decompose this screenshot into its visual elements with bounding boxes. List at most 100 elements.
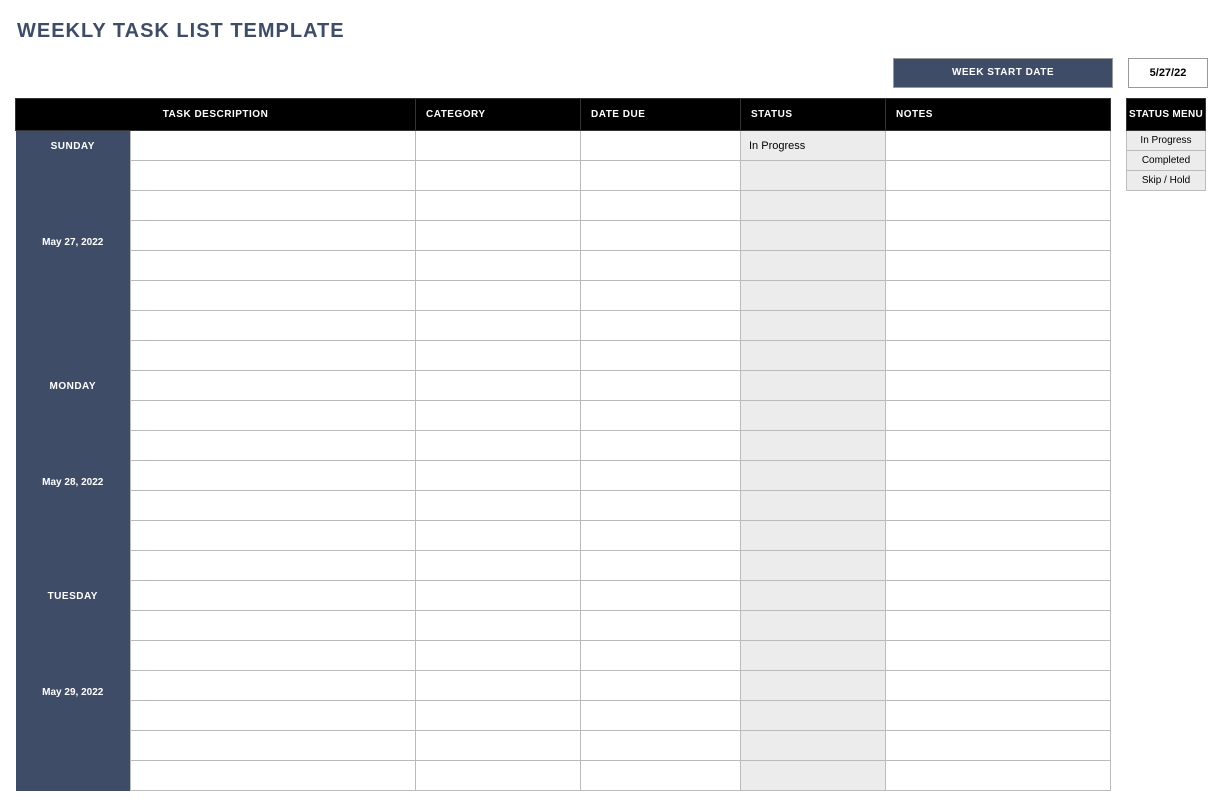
cell-notes[interactable] xyxy=(886,761,1111,791)
cell-date-due[interactable] xyxy=(581,341,741,371)
cell-date-due[interactable] xyxy=(581,311,741,341)
week-start-value[interactable]: 5/27/22 xyxy=(1128,58,1208,88)
cell-category[interactable] xyxy=(416,551,581,581)
cell-status[interactable] xyxy=(741,281,886,311)
cell-notes[interactable] xyxy=(886,581,1111,611)
cell-notes[interactable] xyxy=(886,131,1111,161)
cell-date-due[interactable] xyxy=(581,671,741,701)
status-option[interactable]: Skip / Hold xyxy=(1127,171,1206,191)
cell-notes[interactable] xyxy=(886,431,1111,461)
cell-description[interactable] xyxy=(131,161,416,191)
cell-status[interactable] xyxy=(741,431,886,461)
cell-notes[interactable] xyxy=(886,311,1111,341)
cell-status[interactable] xyxy=(741,191,886,221)
cell-category[interactable] xyxy=(416,611,581,641)
cell-description[interactable] xyxy=(131,131,416,161)
cell-category[interactable] xyxy=(416,461,581,491)
cell-status[interactable] xyxy=(741,701,886,731)
cell-description[interactable] xyxy=(131,401,416,431)
cell-date-due[interactable] xyxy=(581,461,741,491)
cell-category[interactable] xyxy=(416,521,581,551)
cell-date-due[interactable] xyxy=(581,281,741,311)
cell-description[interactable] xyxy=(131,251,416,281)
cell-notes[interactable] xyxy=(886,551,1111,581)
cell-description[interactable] xyxy=(131,431,416,461)
cell-description[interactable] xyxy=(131,701,416,731)
cell-category[interactable] xyxy=(416,641,581,671)
cell-status[interactable] xyxy=(741,551,886,581)
cell-description[interactable] xyxy=(131,341,416,371)
cell-notes[interactable] xyxy=(886,461,1111,491)
cell-category[interactable] xyxy=(416,431,581,461)
cell-category[interactable] xyxy=(416,191,581,221)
cell-date-due[interactable] xyxy=(581,131,741,161)
cell-date-due[interactable] xyxy=(581,251,741,281)
cell-notes[interactable] xyxy=(886,191,1111,221)
cell-date-due[interactable] xyxy=(581,401,741,431)
cell-status[interactable] xyxy=(741,611,886,641)
cell-description[interactable] xyxy=(131,461,416,491)
cell-notes[interactable] xyxy=(886,671,1111,701)
cell-date-due[interactable] xyxy=(581,611,741,641)
cell-notes[interactable] xyxy=(886,371,1111,401)
cell-description[interactable] xyxy=(131,221,416,251)
cell-date-due[interactable] xyxy=(581,191,741,221)
cell-notes[interactable] xyxy=(886,701,1111,731)
cell-status[interactable] xyxy=(741,581,886,611)
cell-category[interactable] xyxy=(416,671,581,701)
cell-status[interactable] xyxy=(741,221,886,251)
cell-category[interactable] xyxy=(416,281,581,311)
cell-status[interactable] xyxy=(741,761,886,791)
cell-date-due[interactable] xyxy=(581,371,741,401)
cell-status[interactable] xyxy=(741,731,886,761)
cell-status[interactable] xyxy=(741,371,886,401)
cell-description[interactable] xyxy=(131,761,416,791)
cell-status[interactable] xyxy=(741,251,886,281)
cell-description[interactable] xyxy=(131,371,416,401)
cell-status[interactable] xyxy=(741,401,886,431)
cell-description[interactable] xyxy=(131,191,416,221)
cell-description[interactable] xyxy=(131,311,416,341)
cell-category[interactable] xyxy=(416,311,581,341)
cell-description[interactable] xyxy=(131,281,416,311)
cell-description[interactable] xyxy=(131,641,416,671)
cell-date-due[interactable] xyxy=(581,701,741,731)
cell-status[interactable] xyxy=(741,641,886,671)
cell-notes[interactable] xyxy=(886,341,1111,371)
cell-notes[interactable] xyxy=(886,221,1111,251)
cell-description[interactable] xyxy=(131,551,416,581)
cell-date-due[interactable] xyxy=(581,731,741,761)
cell-status[interactable] xyxy=(741,161,886,191)
cell-notes[interactable] xyxy=(886,401,1111,431)
cell-status[interactable] xyxy=(741,341,886,371)
cell-status[interactable] xyxy=(741,491,886,521)
cell-category[interactable] xyxy=(416,221,581,251)
cell-date-due[interactable] xyxy=(581,161,741,191)
cell-date-due[interactable] xyxy=(581,491,741,521)
cell-description[interactable] xyxy=(131,491,416,521)
cell-notes[interactable] xyxy=(886,521,1111,551)
cell-description[interactable] xyxy=(131,671,416,701)
cell-category[interactable] xyxy=(416,701,581,731)
cell-category[interactable] xyxy=(416,131,581,161)
cell-date-due[interactable] xyxy=(581,551,741,581)
cell-status[interactable] xyxy=(741,311,886,341)
cell-category[interactable] xyxy=(416,251,581,281)
cell-date-due[interactable] xyxy=(581,761,741,791)
cell-status[interactable] xyxy=(741,671,886,701)
cell-date-due[interactable] xyxy=(581,221,741,251)
cell-notes[interactable] xyxy=(886,611,1111,641)
cell-status[interactable]: In Progress xyxy=(741,131,886,161)
cell-notes[interactable] xyxy=(886,251,1111,281)
cell-notes[interactable] xyxy=(886,731,1111,761)
cell-status[interactable] xyxy=(741,461,886,491)
cell-date-due[interactable] xyxy=(581,641,741,671)
cell-date-due[interactable] xyxy=(581,521,741,551)
cell-category[interactable] xyxy=(416,491,581,521)
cell-date-due[interactable] xyxy=(581,581,741,611)
cell-category[interactable] xyxy=(416,581,581,611)
cell-date-due[interactable] xyxy=(581,431,741,461)
cell-notes[interactable] xyxy=(886,641,1111,671)
cell-notes[interactable] xyxy=(886,161,1111,191)
cell-status[interactable] xyxy=(741,521,886,551)
